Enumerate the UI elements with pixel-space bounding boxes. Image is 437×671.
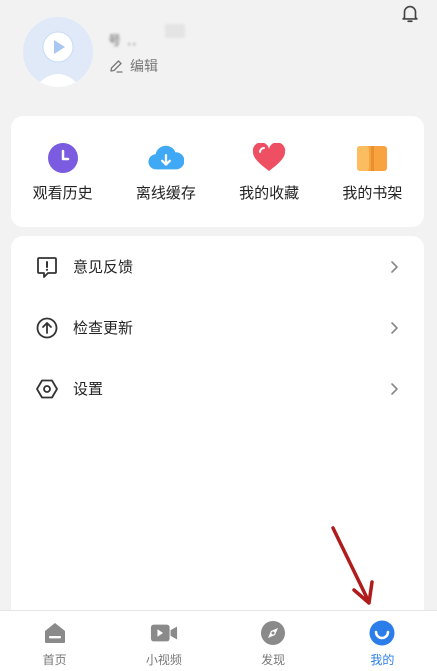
settings-hexagon-icon	[36, 379, 58, 398]
tab-mine[interactable]: 我的	[328, 611, 437, 671]
menu-item-label: 检查更新	[73, 319, 134, 337]
name-redaction	[165, 24, 185, 38]
tab-label: 我的	[370, 653, 395, 667]
update-arrow-icon	[36, 317, 58, 338]
chevron-right-icon	[391, 321, 398, 334]
edit-profile-button[interactable]: 编辑	[108, 56, 158, 76]
tab-discover[interactable]: 发现	[219, 611, 328, 671]
pencil-icon	[110, 60, 123, 73]
menu-item-settings[interactable]: 设置	[11, 358, 424, 419]
menu-card: 意见反馈 检查更新 设置	[11, 236, 424, 636]
shortcut-label: 离线缓存	[135, 184, 196, 202]
heart-icon	[251, 142, 287, 174]
menu-item-label: 设置	[73, 380, 104, 398]
user-name: 号 ..	[108, 34, 138, 49]
notification-bell-icon[interactable]	[399, 2, 421, 24]
shortcut-bookshelf[interactable]: 我的书架	[321, 116, 424, 227]
avatar-play-icon	[35, 31, 81, 87]
shortcut-offline-cache[interactable]: 离线缓存	[114, 116, 217, 227]
home-icon	[41, 619, 69, 647]
tab-home[interactable]: 首页	[0, 611, 109, 671]
edit-label: 编辑	[130, 59, 158, 75]
feedback-icon	[37, 256, 57, 278]
chevron-right-icon	[391, 260, 398, 273]
shortcut-label: 我的收藏	[239, 184, 300, 202]
cloud-download-icon	[148, 142, 184, 174]
shortcut-label: 观看历史	[32, 184, 93, 202]
tab-label: 小视频	[145, 653, 182, 667]
shortcut-card: 观看历史 离线缓存 我的收藏 我的书架	[11, 116, 424, 227]
avatar[interactable]	[23, 17, 93, 87]
shortcut-favorites[interactable]: 我的收藏	[218, 116, 321, 227]
compass-icon	[259, 619, 287, 647]
tab-label: 首页	[42, 653, 67, 667]
video-camera-icon	[150, 619, 178, 647]
clock-icon	[45, 142, 81, 174]
menu-item-feedback[interactable]: 意见反馈	[11, 236, 424, 297]
shortcut-history[interactable]: 观看历史	[11, 116, 114, 227]
book-icon	[354, 142, 390, 174]
menu-item-check-update[interactable]: 检查更新	[11, 297, 424, 358]
shortcut-label: 我的书架	[342, 184, 403, 202]
bottom-tab-bar: 首页 小视频 发现 我的	[0, 610, 437, 671]
profile-smile-icon	[368, 619, 396, 647]
tab-short-video[interactable]: 小视频	[109, 611, 218, 671]
tab-label: 发现	[261, 653, 286, 667]
menu-item-label: 意见反馈	[73, 258, 134, 276]
chevron-right-icon	[391, 382, 398, 395]
